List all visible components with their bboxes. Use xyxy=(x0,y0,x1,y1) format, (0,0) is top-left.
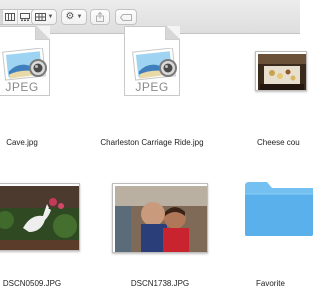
document-fold xyxy=(35,26,50,40)
photo-thumbnail xyxy=(255,51,307,91)
photo-thumbnail xyxy=(0,183,80,251)
document-fold xyxy=(165,26,180,40)
file-name: Cheese cou xyxy=(257,138,300,147)
chevron-down-icon: ▼ xyxy=(47,14,54,20)
gear-icon: ⚙ xyxy=(65,11,75,22)
folder-icon xyxy=(245,182,313,236)
photo-thumbnail xyxy=(112,183,208,253)
file-name: DSCN1738.JPG xyxy=(130,279,190,288)
preview-icon xyxy=(2,48,47,81)
column-view-icon xyxy=(5,13,15,21)
action-button[interactable]: ⚙ ▼ xyxy=(61,9,87,25)
tag-icon xyxy=(120,13,132,21)
grid-arrange-icon xyxy=(34,13,46,21)
share-icon xyxy=(96,12,104,22)
jpeg-label: JPEG xyxy=(5,80,39,94)
file-icon-grid: JPEG Cave.jpg JPEG Charleston Carriage R… xyxy=(0,26,313,300)
gallery-view-button[interactable] xyxy=(17,10,32,24)
cheese-photo-image xyxy=(258,54,306,90)
file-name: Charleston Carriage Ride.jpg xyxy=(100,138,204,147)
arrange-button[interactable]: ▼ xyxy=(31,9,57,25)
chevron-down-icon: ▼ xyxy=(76,14,83,20)
column-view-button[interactable] xyxy=(2,10,17,24)
dscn0509-photo-image xyxy=(0,186,79,250)
file-name: Favorite xyxy=(256,279,285,288)
gallery-view-icon xyxy=(20,13,30,21)
preview-icon xyxy=(132,48,177,81)
jpeg-label: JPEG xyxy=(135,80,169,94)
dscn1738-photo-image xyxy=(115,186,207,252)
share-button[interactable] xyxy=(90,9,110,25)
tags-button[interactable] xyxy=(115,9,137,25)
